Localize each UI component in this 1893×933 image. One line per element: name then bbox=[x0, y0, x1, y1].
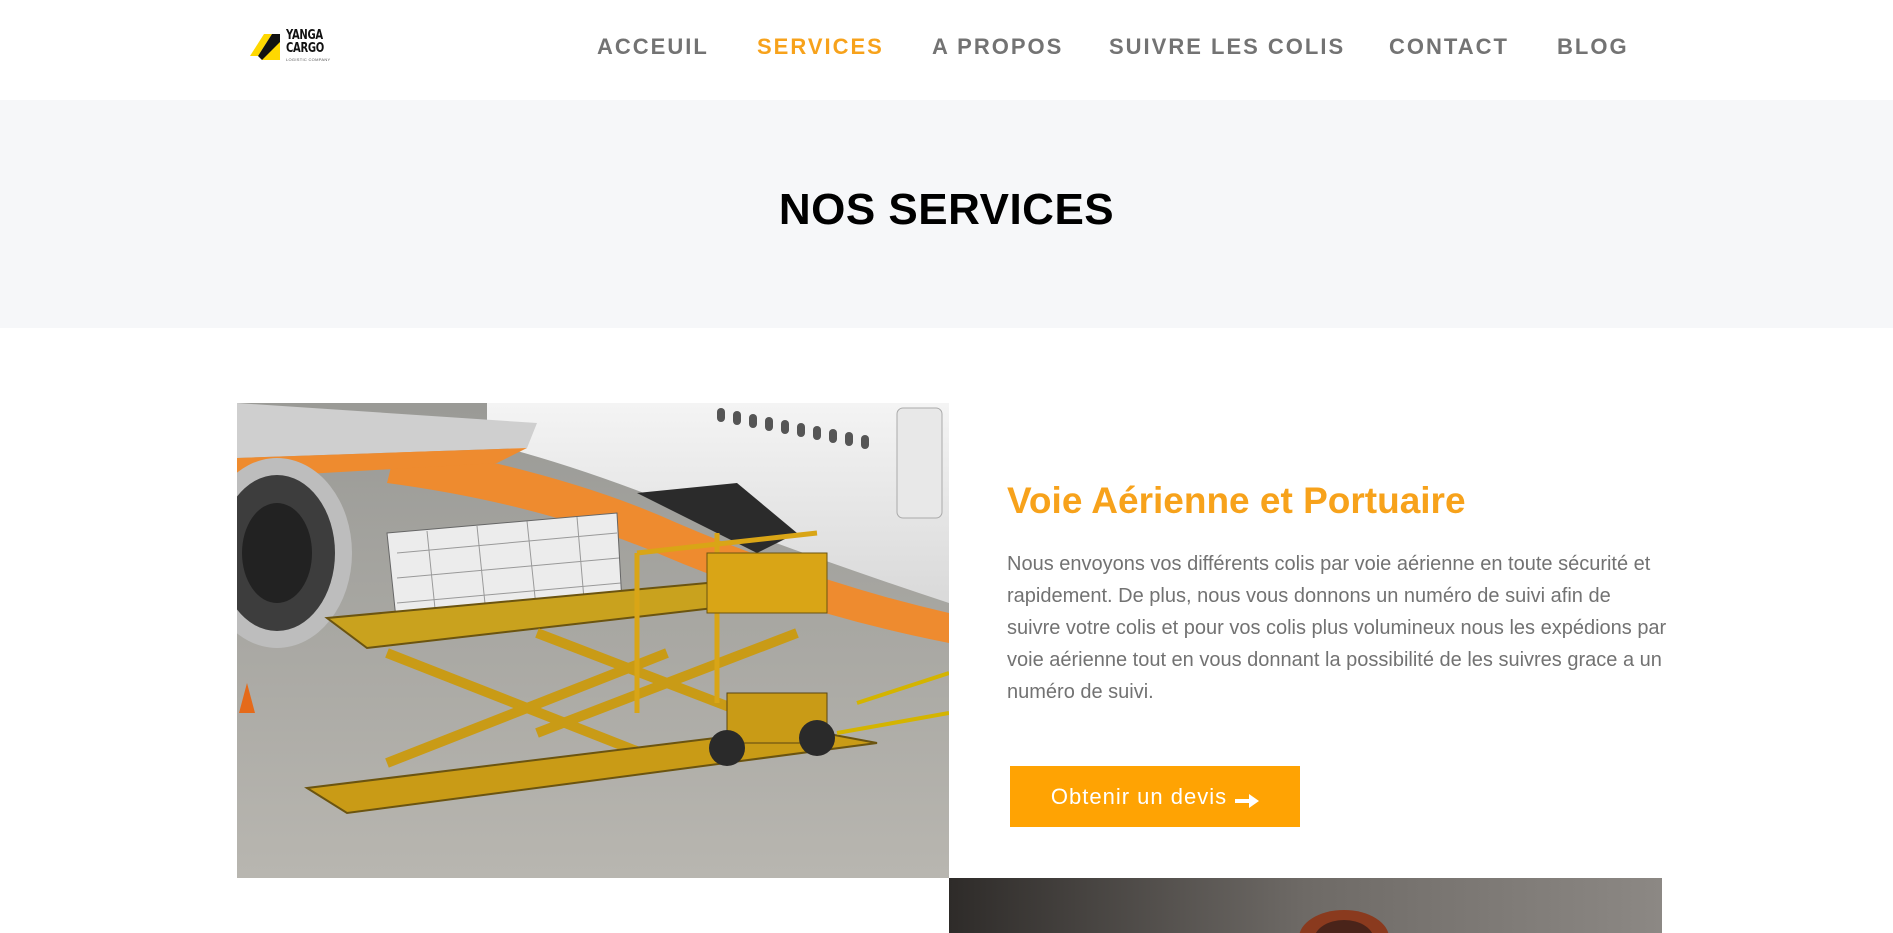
site-header: YANGA CARGO LOGISTIC COMPANY ACCEUIL SER… bbox=[0, 0, 1893, 100]
service-title: Voie Aérienne et Portuaire bbox=[1007, 480, 1466, 521]
nav-item-blog[interactable]: BLOG bbox=[1557, 32, 1629, 62]
service-description: Nous envoyons vos différents colis par v… bbox=[1007, 553, 1667, 703]
next-service-image bbox=[949, 878, 1662, 933]
page-title: NOS SERVICES bbox=[778, 185, 1115, 234]
logo-tagline: LOGISTIC COMPANY bbox=[286, 56, 331, 62]
arrow-right-icon bbox=[1235, 789, 1260, 808]
logo-name: YANGA CARGO bbox=[286, 28, 324, 56]
get-quote-label: Obtenir un devis bbox=[1050, 783, 1228, 809]
nav-item-a-propos[interactable]: A PROPOS bbox=[932, 32, 1063, 62]
nav-item-services[interactable]: SERVICES bbox=[757, 32, 884, 62]
page-title-band: NOS SERVICES bbox=[0, 100, 1893, 328]
get-quote-button[interactable]: Obtenir un devis bbox=[1010, 766, 1300, 827]
nav-item-contact[interactable]: CONTACT bbox=[1389, 32, 1509, 62]
logo-mark-icon bbox=[248, 30, 282, 64]
air-cargo-image bbox=[237, 403, 949, 878]
logo[interactable]: YANGA CARGO LOGISTIC COMPANY bbox=[248, 28, 348, 64]
nav-item-acceuil[interactable]: ACCEUIL bbox=[597, 32, 709, 62]
nav-item-suivre-les-colis[interactable]: SUIVRE LES COLIS bbox=[1109, 32, 1345, 62]
